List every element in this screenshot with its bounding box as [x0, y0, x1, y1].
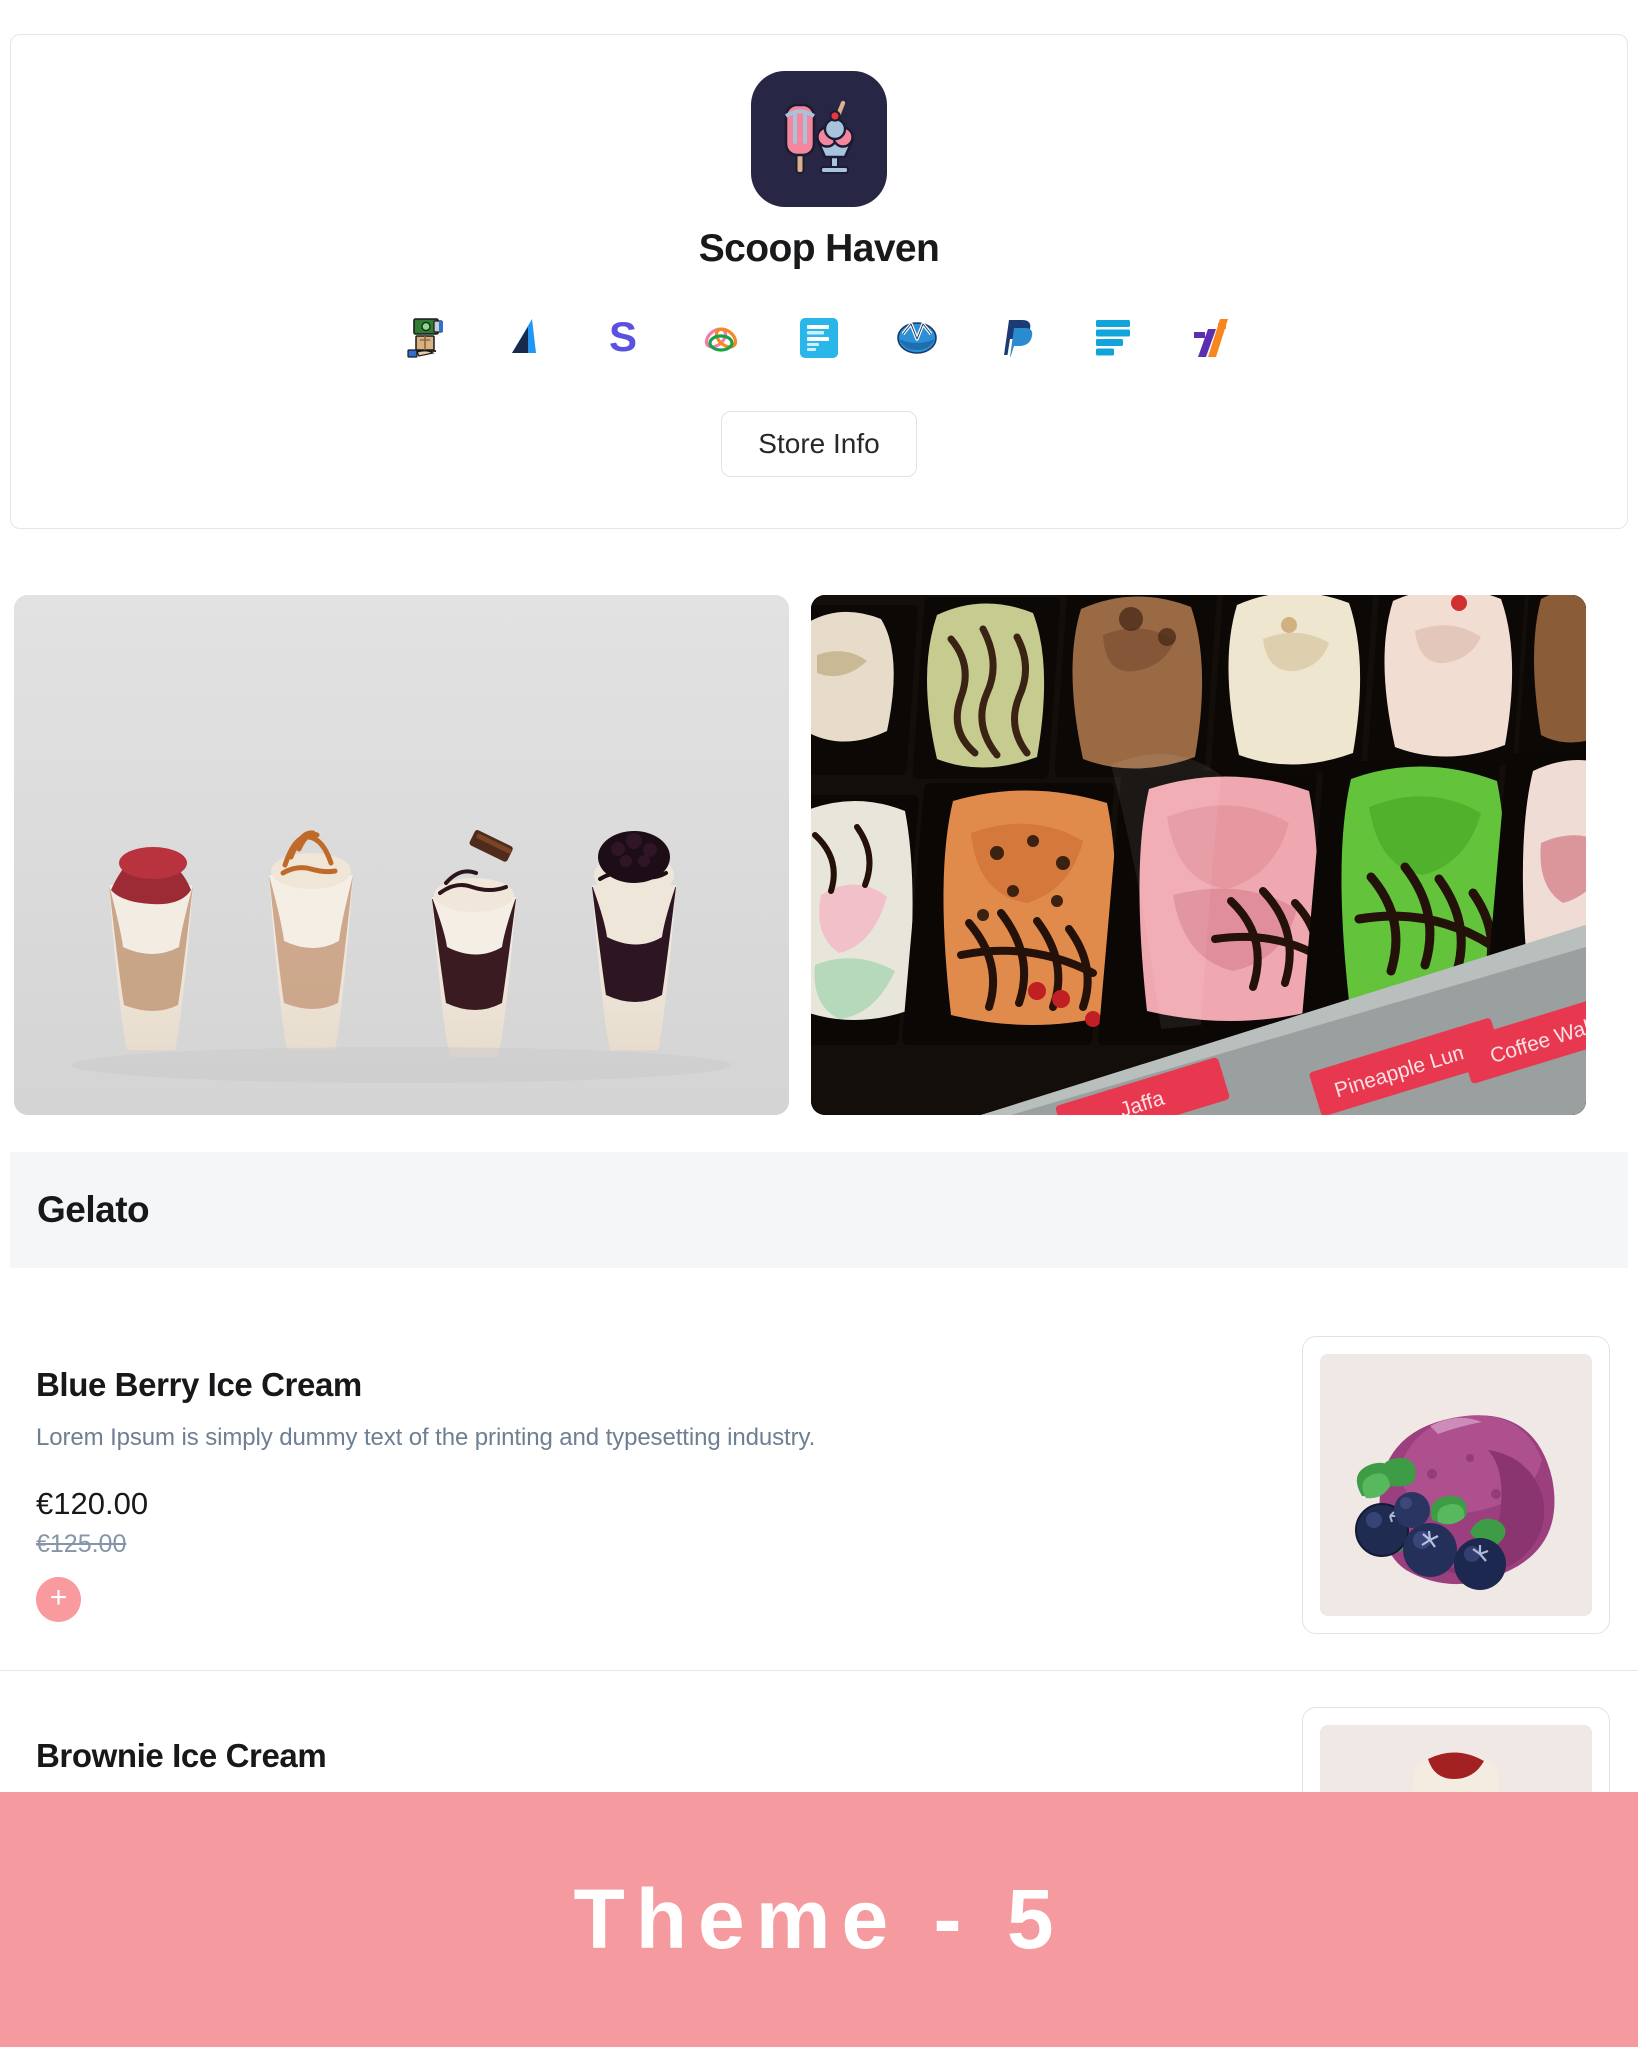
blueberry-scoop-image	[1320, 1354, 1592, 1616]
product-thumbnail[interactable]	[1302, 1336, 1610, 1634]
theme-label: Theme - 5	[573, 1872, 1065, 1966]
store-name: Scoop Haven	[698, 227, 940, 270]
product-info: Brownie Ice Cream	[36, 1707, 1302, 1795]
store-info-button[interactable]: Store Info	[721, 411, 917, 477]
category-section-header: Gelato	[10, 1152, 1628, 1268]
product-old-price: €125.00	[36, 1530, 127, 1558]
mercadopago-icon	[888, 309, 946, 367]
store-logo	[751, 71, 887, 207]
table-row[interactable]: Blue Berry Ice Cream Lorem Ipsum is simp…	[0, 1300, 1638, 1670]
add-to-cart-button[interactable]: +	[36, 1577, 81, 1622]
store-header-card: Scoop Haven S Store Info	[10, 34, 1628, 529]
svg-text:S: S	[609, 315, 637, 360]
stripe-icon: S	[594, 309, 652, 367]
cash-on-delivery-icon	[398, 309, 456, 367]
banner-sundae-cups[interactable]	[14, 595, 789, 1115]
mollie-icon	[692, 309, 750, 367]
product-name: Blue Berry Ice Cream	[36, 1366, 362, 1403]
plus-icon: +	[49, 1581, 68, 1614]
authorize-net-icon	[496, 309, 554, 367]
paystack-icon	[1084, 309, 1142, 367]
category-title: Gelato	[37, 1189, 150, 1230]
product-name: Brownie Ice Cream	[36, 1737, 327, 1774]
payment-methods-row: S	[398, 307, 1240, 369]
flutterwave-icon	[790, 309, 848, 367]
product-info: Blue Berry Ice Cream Lorem Ipsum is simp…	[36, 1336, 1302, 1622]
banner-image-row: Coffee Walnut Pineapple Lump Pineapple L…	[0, 595, 1638, 1115]
razorpay-icon	[1182, 309, 1240, 367]
ice-cream-popsicle-sundae-icon	[784, 100, 855, 174]
paypal-icon	[986, 309, 1044, 367]
product-description: Lorem Ipsum is simply dummy text of the …	[36, 1424, 816, 1451]
storefront-page: Scoop Haven S Store Info Pineapple Lump …	[0, 0, 1638, 2047]
product-price: €120.00	[36, 1486, 149, 1521]
theme-banner: Theme - 5	[0, 1792, 1638, 2047]
banner-gelato-trays[interactable]: Coffee Walnut Pineapple Lump Pineapple L…	[811, 595, 1586, 1115]
